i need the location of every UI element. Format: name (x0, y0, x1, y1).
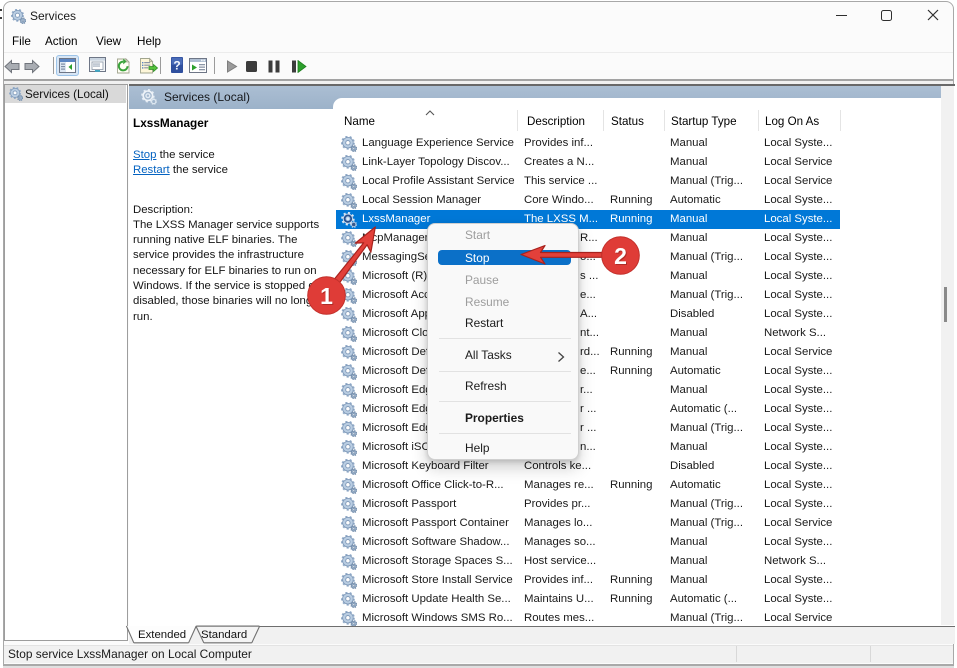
svg-text:?: ? (173, 59, 180, 73)
